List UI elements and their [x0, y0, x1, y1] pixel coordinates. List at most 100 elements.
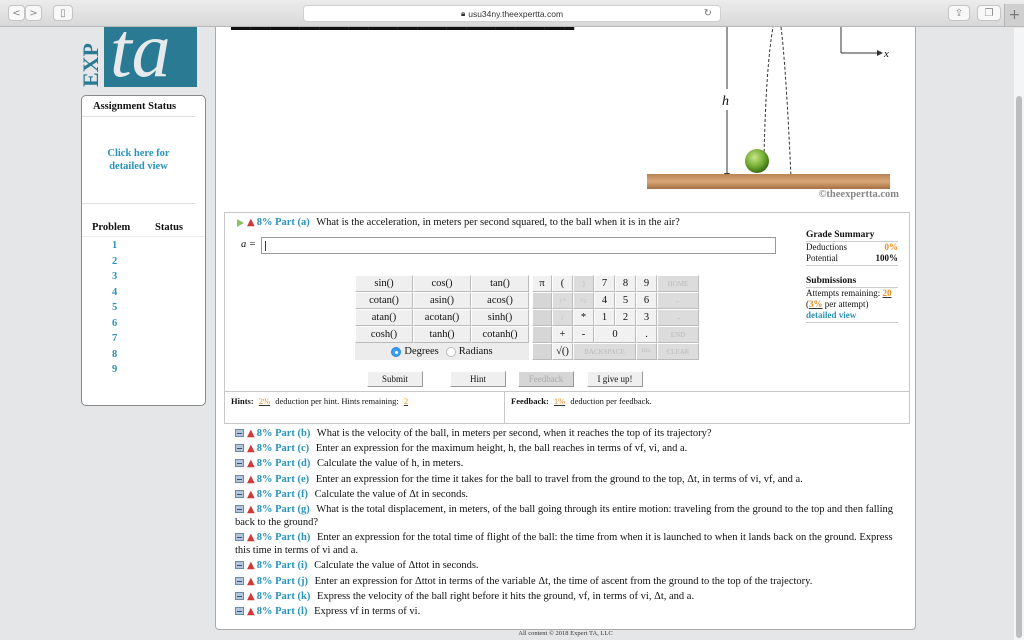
key-sin[interactable]: sin() — [355, 275, 413, 292]
key-lparen[interactable]: ( — [552, 275, 573, 292]
key-pi[interactable]: π — [532, 275, 552, 292]
key-3[interactable]: 3 — [636, 309, 657, 326]
key-sqrt[interactable]: √() — [552, 343, 573, 360]
document-icon — [235, 444, 244, 453]
answer-label: a = — [241, 239, 256, 250]
degrees-label: Degrees — [404, 346, 439, 357]
part-label: Part (d) — [275, 458, 311, 470]
give-up-button[interactable]: I give up! — [587, 371, 643, 387]
part-item[interactable]: ▲ 8% Part (k) Express the velocity of the… — [235, 590, 905, 603]
trajectory-up-path — [763, 26, 774, 158]
hint-button[interactable]: Hint — [450, 371, 506, 387]
share-button[interactable]: ⇪ — [948, 5, 970, 21]
part-label: Part (l) — [275, 605, 308, 617]
key-5[interactable]: 5 — [615, 292, 636, 309]
key-tan[interactable]: tan() — [471, 275, 529, 292]
problem-link[interactable]: 8 — [112, 347, 205, 363]
key-superscript-up[interactable]: ↑^ — [552, 292, 573, 309]
new-tab-button[interactable]: + — [1004, 4, 1024, 26]
tabs-button[interactable]: ❐ — [977, 5, 1001, 21]
page-scrollbar[interactable] — [1014, 28, 1024, 640]
key-4[interactable]: 4 — [594, 292, 615, 309]
key-del[interactable]: DEL — [636, 343, 657, 360]
key-atan[interactable]: atan() — [355, 309, 413, 326]
part-item[interactable]: ▲ 8% Part (b) What is the velocity of the… — [235, 427, 905, 440]
warning-icon: ▲ — [247, 443, 255, 455]
attempts-label: Attempts remaining: — [806, 288, 881, 298]
key-right-arrow[interactable]: → — [657, 309, 699, 326]
part-item[interactable]: ▲ 8% Part (c) Enter an expression for the… — [235, 442, 905, 455]
problem-link[interactable]: 4 — [112, 285, 205, 301]
key-2[interactable]: 2 — [615, 309, 636, 326]
key-home[interactable]: HOME — [657, 275, 699, 292]
part-item[interactable]: ▲ 8% Part (j) Enter an expression for Δtt… — [235, 575, 905, 588]
problem-link[interactable]: 2 — [112, 254, 205, 270]
problem-panel: ▬▬▬▬▬▬▬▬▬▬▬▬▬▬▬▬▬▬▬▬▬▬▬▬▬▬▬▬▬▬▬▬▬▬▬ h x — [215, 22, 916, 630]
problem-link[interactable]: 3 — [112, 269, 205, 285]
key-clear[interactable]: CLEAR — [657, 343, 699, 360]
feedback-button[interactable]: Feedback — [518, 371, 574, 387]
reload-icon[interactable]: ↻ — [704, 8, 712, 19]
key-backspace[interactable]: BACKSPACE — [573, 343, 636, 360]
problem-link[interactable]: 9 — [112, 362, 205, 378]
feedback-text: deduction per feedback. — [570, 396, 652, 406]
problem-link[interactable]: 1 — [112, 238, 205, 254]
key-end[interactable]: END — [657, 326, 699, 343]
trajectory-down-path — [780, 26, 792, 178]
key-asin[interactable]: asin() — [413, 292, 471, 309]
key-7[interactable]: 7 — [594, 275, 615, 292]
key-dot[interactable]: . — [636, 326, 657, 343]
key-tanh[interactable]: tanh() — [413, 326, 471, 343]
problem-link[interactable]: 5 — [112, 300, 205, 316]
scrollbar-thumb[interactable] — [1016, 96, 1022, 638]
key-sinh[interactable]: sinh() — [471, 309, 529, 326]
forward-button[interactable]: > — [25, 5, 42, 21]
key-rparen[interactable]: ) — [573, 275, 594, 292]
sidebar-toggle-button[interactable]: ▯ — [53, 5, 73, 21]
key-acotan[interactable]: acotan() — [413, 309, 471, 326]
key-8[interactable]: 8 — [615, 275, 636, 292]
part-item[interactable]: ▲ 8% Part (f) Calculate the value of Δt i… — [235, 488, 905, 501]
part-item[interactable]: ▲ 8% Part (e) Enter an expression for the… — [235, 473, 905, 486]
key-cosh[interactable]: cosh() — [355, 326, 413, 343]
part-item[interactable]: ▲ 8% Part (g) What is the total displacem… — [235, 503, 905, 529]
expand-triangle-icon[interactable] — [237, 218, 244, 227]
submit-button[interactable]: Submit — [367, 371, 423, 387]
part-text: Express the velocity of the ball right b… — [316, 590, 695, 602]
key-multiply[interactable]: * — [573, 309, 594, 326]
answer-input[interactable] — [261, 237, 776, 254]
grade-detailed-view-link[interactable]: detailed view — [806, 310, 898, 323]
key-0[interactable]: 0 — [594, 326, 636, 343]
key-cos[interactable]: cos() — [413, 275, 471, 292]
document-icon — [235, 591, 244, 600]
calculator: sin() cos() tan() cotan() asin() acos() … — [355, 275, 699, 360]
key-1[interactable]: 1 — [594, 309, 615, 326]
back-button[interactable]: < — [8, 5, 25, 21]
key-6[interactable]: 6 — [636, 292, 657, 309]
key-left-arrow[interactable]: ← — [657, 292, 699, 309]
tabs-icon: ❐ — [984, 7, 994, 19]
logo-ta-text: ta — [110, 27, 171, 87]
key-superscript-down[interactable]: ^↓ — [573, 292, 594, 309]
detailed-view-link[interactable]: Click here for detailed view — [82, 117, 195, 204]
key-minus[interactable]: - — [573, 326, 594, 343]
problem-link[interactable]: 6 — [112, 316, 205, 332]
key-cotanh[interactable]: cotanh() — [471, 326, 529, 343]
key-cotan[interactable]: cotan() — [355, 292, 413, 309]
part-item[interactable]: ▲ 8% Part (i) Calculate the value of Δtto… — [235, 559, 905, 572]
key-9[interactable]: 9 — [636, 275, 657, 292]
key-divide[interactable]: / — [552, 309, 573, 326]
degrees-radio[interactable] — [391, 346, 402, 357]
status-table-header: Problem Status — [82, 204, 205, 237]
part-text: Enter an expression for the total time o… — [235, 532, 893, 557]
warning-icon: ▲ — [247, 503, 255, 515]
key-plus[interactable]: + — [552, 326, 573, 343]
part-item[interactable]: ▲ 8% Part (d) Calculate the value of h, i… — [235, 457, 905, 470]
problem-link[interactable]: 7 — [112, 331, 205, 347]
address-bar[interactable]: 🔒︎ usu34ny.theexpertta.com ↻ — [303, 5, 721, 22]
part-item[interactable]: ▲ 8% Part (l) Express vf in terms of vi. — [235, 605, 905, 618]
part-item[interactable]: ▲ 8% Part (h) Enter an expression for the… — [235, 531, 905, 557]
part-a-question: ▲ 8% Part (a) What is the acceleration, i… — [237, 217, 680, 228]
radians-radio[interactable] — [445, 346, 456, 357]
key-acos[interactable]: acos() — [471, 292, 529, 309]
